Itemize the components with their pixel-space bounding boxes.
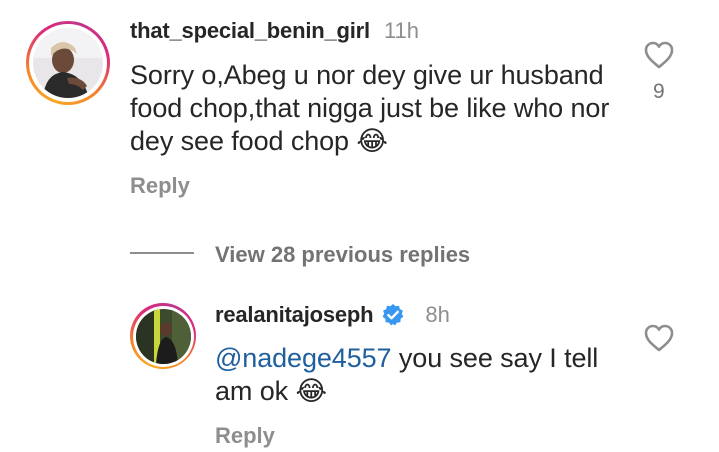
comment-header: that_special_benin_girl 11h	[130, 18, 419, 48]
reply-username[interactable]: realanitajoseph	[215, 302, 374, 328]
reply-like-heart-icon[interactable]	[643, 323, 675, 353]
verified-badge-icon	[381, 303, 405, 327]
comment-timestamp: 11h	[383, 18, 420, 43]
comment-like-count: 9	[653, 80, 665, 103]
laughing-emoji-icon: 😂	[356, 126, 388, 156]
reply-header: realanitajoseph 8h	[215, 300, 450, 330]
comment-body: Sorry o,Abeg u nor dey give ur husband f…	[130, 59, 625, 158]
mention-link[interactable]: @nadege4557	[215, 343, 392, 373]
comment-reply-button[interactable]: Reply	[130, 173, 190, 199]
reply-timestamp: 8h	[425, 302, 450, 327]
replies-divider	[130, 252, 194, 254]
replier-avatar[interactable]	[130, 303, 196, 369]
reply-reply-button[interactable]: Reply	[215, 423, 275, 449]
commenter-avatar[interactable]	[26, 21, 110, 105]
view-previous-replies-button[interactable]: View 28 previous replies	[215, 242, 470, 268]
reply-body: @nadege4557 you see say I tell am ok 😂	[215, 342, 625, 408]
comment-like-heart-icon[interactable]	[643, 40, 675, 70]
laughing-emoji-icon: 😂	[295, 376, 327, 406]
avatar-photo	[33, 28, 103, 98]
comment-username[interactable]: that_special_benin_girl	[130, 18, 370, 44]
avatar-photo	[135, 308, 191, 364]
